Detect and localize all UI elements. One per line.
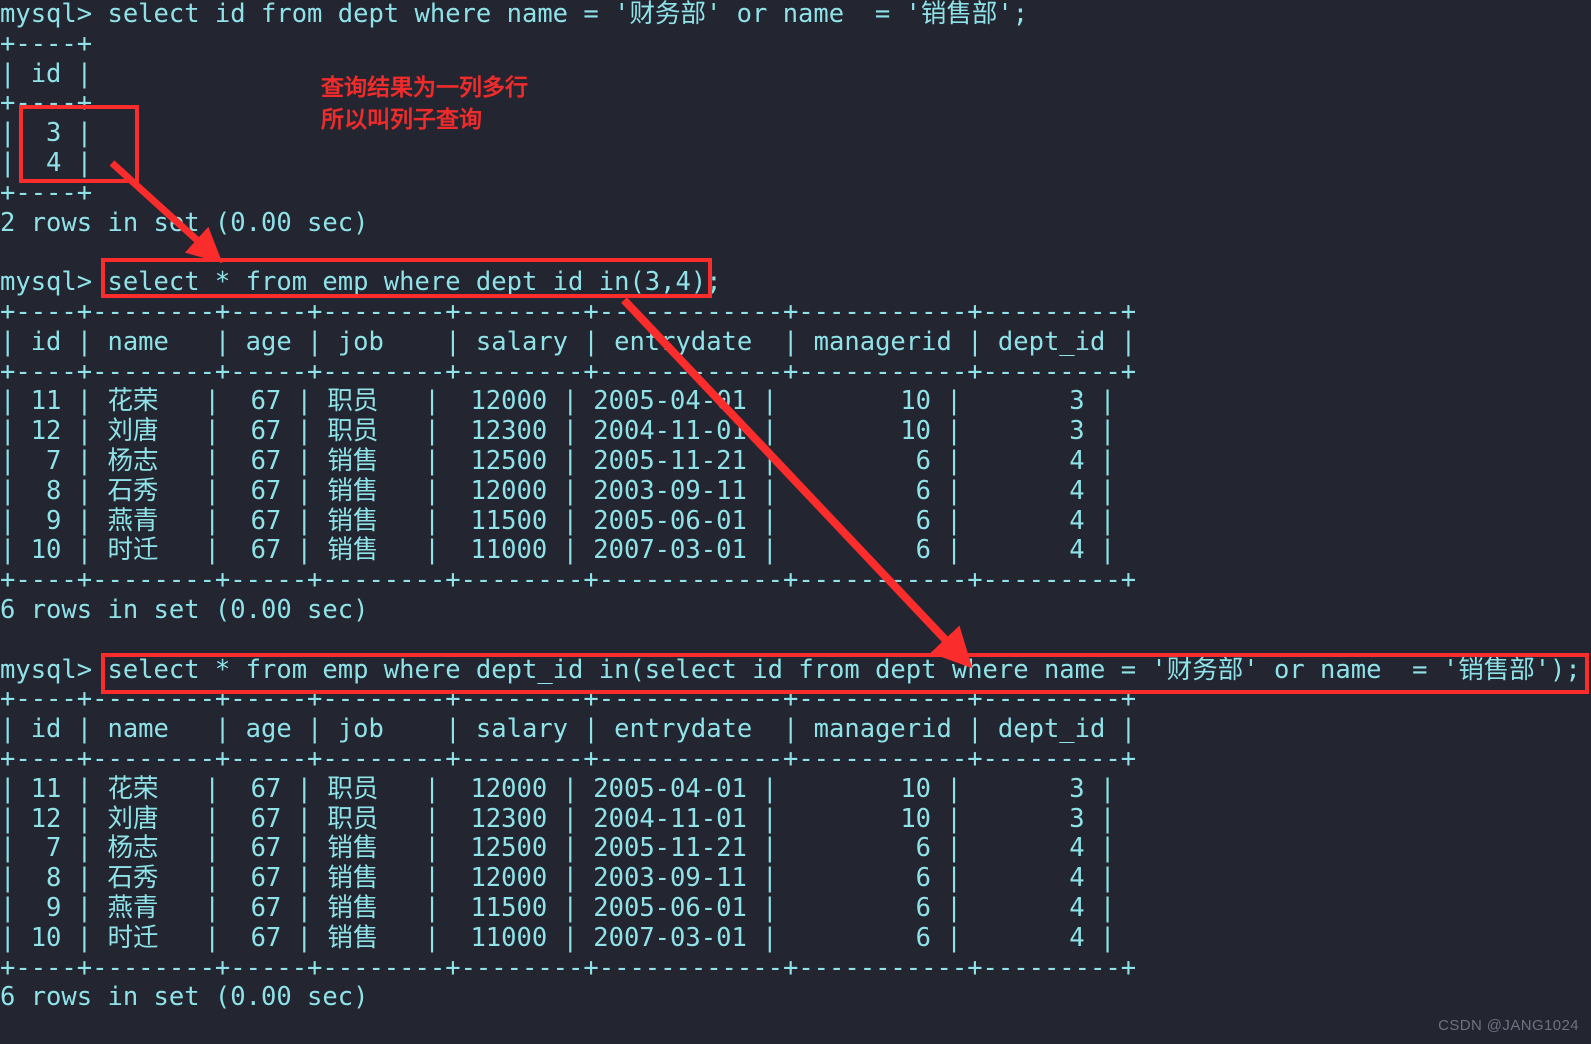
- terminal-line: | 10 | 时迁 | 67 | 销售 | 11000 | 2007-03-01…: [0, 535, 1116, 566]
- terminal-line: | 8 | 石秀 | 67 | 销售 | 12000 | 2003-09-11 …: [0, 863, 1116, 894]
- terminal-line: +----+--------+-----+--------+--------+-…: [0, 356, 1137, 387]
- annotation-note-line-2: 所以叫列子查询: [321, 107, 482, 133]
- watermark: CSDN @JANG1024: [1438, 1017, 1579, 1034]
- terminal-line: | 8 | 石秀 | 67 | 销售 | 12000 | 2003-09-11 …: [0, 475, 1116, 506]
- terminal-line: | id | name | age | job | salary | entry…: [0, 714, 1137, 745]
- terminal-line: +----+: [0, 28, 93, 59]
- terminal-line: | 12 | 刘唐 | 67 | 职员 | 12300 | 2004-11-01…: [0, 803, 1116, 834]
- terminal-line: 6 rows in set (0.00 sec): [0, 594, 369, 625]
- terminal-line: | 7 | 杨志 | 67 | 销售 | 12500 | 2005-11-21 …: [0, 833, 1116, 864]
- terminal-output: mysql> select id from dept where name = …: [0, 0, 1591, 1013]
- terminal-line: | 11 | 花荣 | 67 | 职员 | 12000 | 2005-04-01…: [0, 386, 1116, 417]
- terminal-line: 2 rows in set (0.00 sec): [0, 207, 369, 238]
- terminal-line: | 10 | 时迁 | 67 | 销售 | 11000 | 2007-03-01…: [0, 922, 1116, 953]
- terminal-line: | 11 | 花荣 | 67 | 职员 | 12000 | 2005-04-01…: [0, 773, 1116, 804]
- terminal-line: +----+--------+-----+--------+--------+-…: [0, 952, 1137, 983]
- annotation-note-line-1: 查询结果为一列多行: [321, 75, 528, 101]
- terminal-line: | 12 | 刘唐 | 67 | 职员 | 12300 | 2004-11-01…: [0, 416, 1116, 447]
- terminal-line: | 9 | 燕青 | 67 | 销售 | 11500 | 2005-06-01 …: [0, 892, 1116, 923]
- terminal-line: +----+--------+-----+--------+--------+-…: [0, 743, 1137, 774]
- terminal-line: | id |: [0, 58, 93, 89]
- terminal-line: mysql> select * from emp where dept_id i…: [0, 267, 722, 298]
- terminal-line: mysql> select * from emp where dept_id i…: [0, 654, 1581, 685]
- terminal-line: mysql> select id from dept where name = …: [0, 0, 1029, 29]
- terminal-line: +----+--------+-----+--------+--------+-…: [0, 684, 1137, 715]
- terminal-line: | 9 | 燕青 | 67 | 销售 | 11500 | 2005-06-01 …: [0, 505, 1116, 536]
- terminal-screenshot: mysql> select id from dept where name = …: [0, 0, 1591, 1044]
- terminal-line: +----+: [0, 88, 93, 119]
- terminal-line: | id | name | age | job | salary | entry…: [0, 326, 1137, 357]
- terminal-line: 6 rows in set (0.00 sec): [0, 982, 369, 1013]
- terminal-line: +----+--------+-----+--------+--------+-…: [0, 296, 1137, 327]
- terminal-line: | 7 | 杨志 | 67 | 销售 | 12500 | 2005-11-21 …: [0, 445, 1116, 476]
- terminal-line: | 4 |: [0, 147, 93, 178]
- terminal-line: +----+--------+-----+--------+--------+-…: [0, 565, 1137, 596]
- terminal-line: | 3 |: [0, 118, 93, 149]
- terminal-line: +----+: [0, 177, 93, 208]
